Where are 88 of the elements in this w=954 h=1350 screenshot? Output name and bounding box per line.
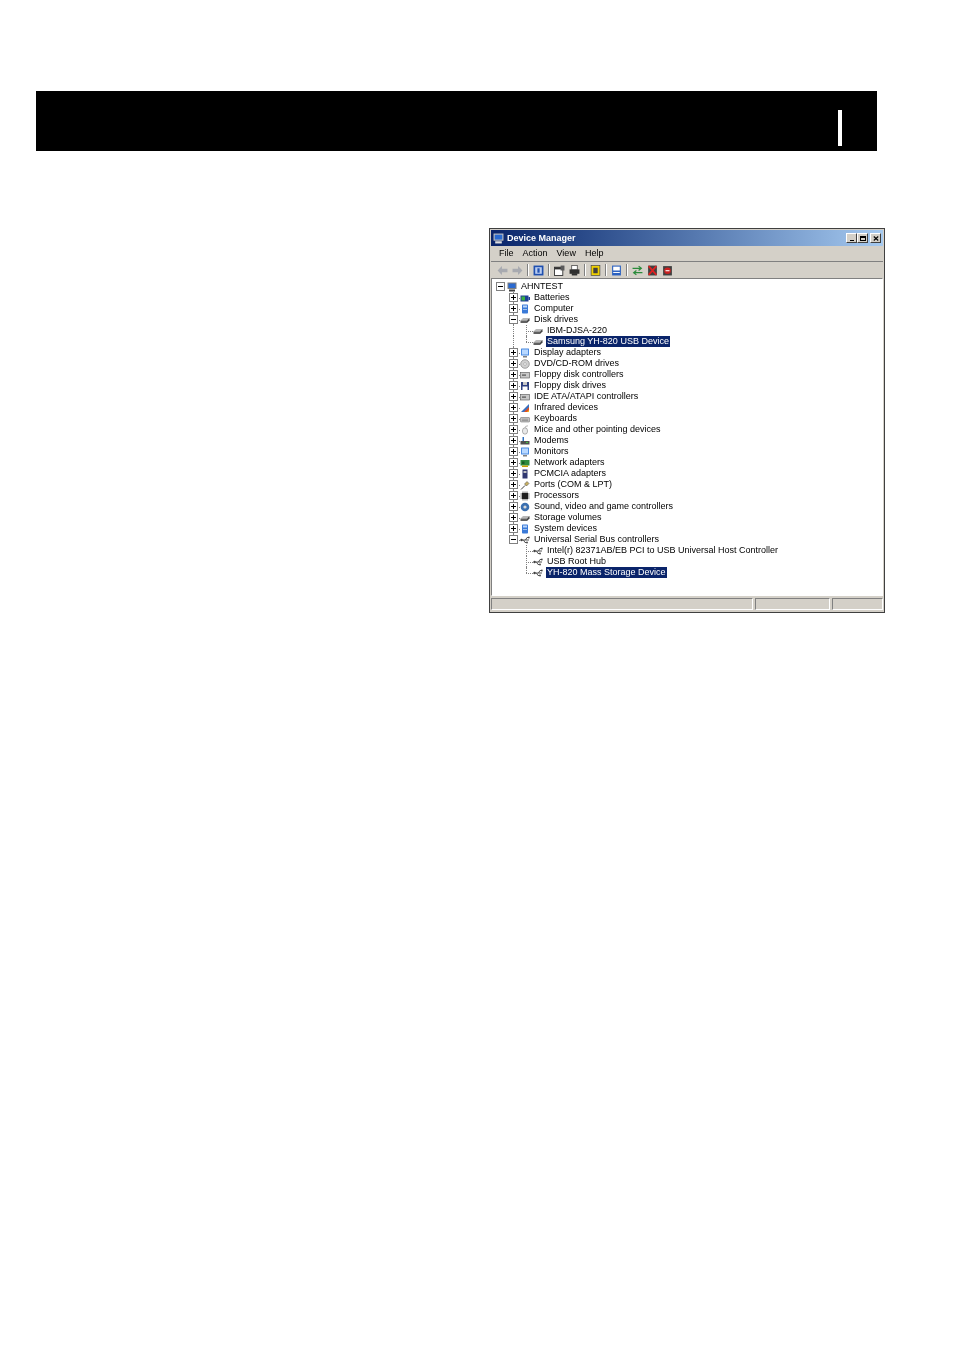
tree-item[interactable]: Samsung YH-820 USB Device [546,336,670,347]
card-icon [520,468,530,479]
status-bar-pane [832,598,883,610]
network-card-icon [520,457,530,468]
plus-box-icon[interactable] [509,436,518,445]
menu-item[interactable]: View [556,248,576,259]
maximize-button[interactable] [857,233,868,243]
minus-box-icon[interactable] [496,282,505,291]
disc-icon [520,358,530,369]
drive-box-icon [520,391,530,402]
tree-item[interactable]: Keyboards [533,413,579,424]
tree-item[interactable]: Disk drives [533,314,579,325]
window-title: Device Manager [507,232,576,244]
minimize-button[interactable] [846,233,857,243]
usb-icon [533,567,543,578]
tree-item[interactable]: Modems [533,435,570,446]
tree-item[interactable]: PCMCIA adapters [533,468,608,479]
usb-icon [520,534,530,545]
tree-item[interactable]: AHNTEST [520,281,564,292]
pc-icon [520,523,530,534]
tree-item[interactable]: Ports (COM & LPT) [533,479,613,490]
tree-item[interactable]: Mice and other pointing devices [533,424,662,435]
chip-icon [520,490,530,501]
tree-item[interactable]: USB Root Hub [546,556,608,567]
plus-box-icon[interactable] [509,359,518,368]
printer-icon[interactable] [569,264,580,276]
plus-box-icon[interactable] [509,447,518,456]
plus-box-icon[interactable] [509,491,518,500]
plus-box-icon[interactable] [509,293,518,302]
tree-item[interactable]: Computer [533,303,575,314]
mouse-icon [520,424,530,435]
monitor-icon [520,347,530,358]
plus-box-icon[interactable] [509,414,518,423]
tree-item[interactable]: Batteries [533,292,571,303]
pc-icon [520,303,530,314]
tree-item[interactable]: System devices [533,523,599,534]
plus-box-icon[interactable] [509,370,518,379]
menu-item[interactable]: File [499,248,514,259]
tree-item[interactable]: Monitors [533,446,570,457]
plus-box-icon[interactable] [509,304,518,313]
tree-item[interactable]: Storage volumes [533,512,603,523]
close-icon [872,235,879,241]
computer-icon [493,232,504,244]
document-icon[interactable] [611,264,622,276]
plus-box-icon[interactable] [509,524,518,533]
tree-item[interactable]: Universal Serial Bus controllers [533,534,661,545]
tree-item[interactable]: YH-820 Mass Storage Device [546,567,667,578]
tree-item[interactable]: Processors [533,490,580,501]
no-entry-icon[interactable] [662,264,673,276]
plus-box-icon[interactable] [509,469,518,478]
window-icon[interactable] [533,264,544,276]
close-button[interactable] [870,233,881,243]
plus-box-icon[interactable] [509,513,518,522]
plug-icon [520,479,530,490]
frame-icon[interactable] [590,264,601,276]
tree-item[interactable]: Display adapters [533,347,603,358]
arrows-icon[interactable] [632,264,643,276]
drive-box-icon [520,369,530,380]
menu-item[interactable]: Action [522,248,548,259]
usb-icon [533,556,543,567]
minus-box-icon[interactable] [509,535,518,544]
maximize-icon [859,235,866,241]
plus-box-icon[interactable] [509,458,518,467]
minus-box-icon[interactable] [509,315,518,324]
tree-item[interactable]: IBM-DJSA-220 [546,325,609,336]
plus-box-icon[interactable] [509,425,518,434]
plus-box-icon[interactable] [509,348,518,357]
menu-item[interactable]: Help [584,248,604,259]
plus-box-icon[interactable] [509,403,518,412]
modem-icon [520,435,530,446]
tree-item[interactable]: Floppy disk controllers [533,369,625,380]
plus-box-icon[interactable] [509,502,518,511]
sheet-icon[interactable] [554,264,565,276]
tree-item[interactable]: Sound, video and game controllers [533,501,675,512]
plus-box-icon[interactable] [509,392,518,401]
plus-box-icon[interactable] [509,381,518,390]
tree-item[interactable]: Network adapters [533,457,606,468]
speaker-icon [520,501,530,512]
monitor-icon [520,446,530,457]
tree-item[interactable]: IDE ATA/ATAPI controllers [533,391,640,402]
tree-item[interactable]: DVD/CD-ROM drives [533,358,620,369]
usb-icon [533,545,543,556]
tree-item[interactable]: Floppy disk drives [533,380,608,391]
tree-item[interactable]: Intel(r) 82371AB/EB PCI to USB Universal Host Controller [546,545,780,556]
plus-box-icon[interactable] [509,480,518,489]
tree-item[interactable]: Infrared devices [533,402,600,413]
wedge-icon [520,402,530,413]
cross-icon[interactable] [647,264,658,276]
